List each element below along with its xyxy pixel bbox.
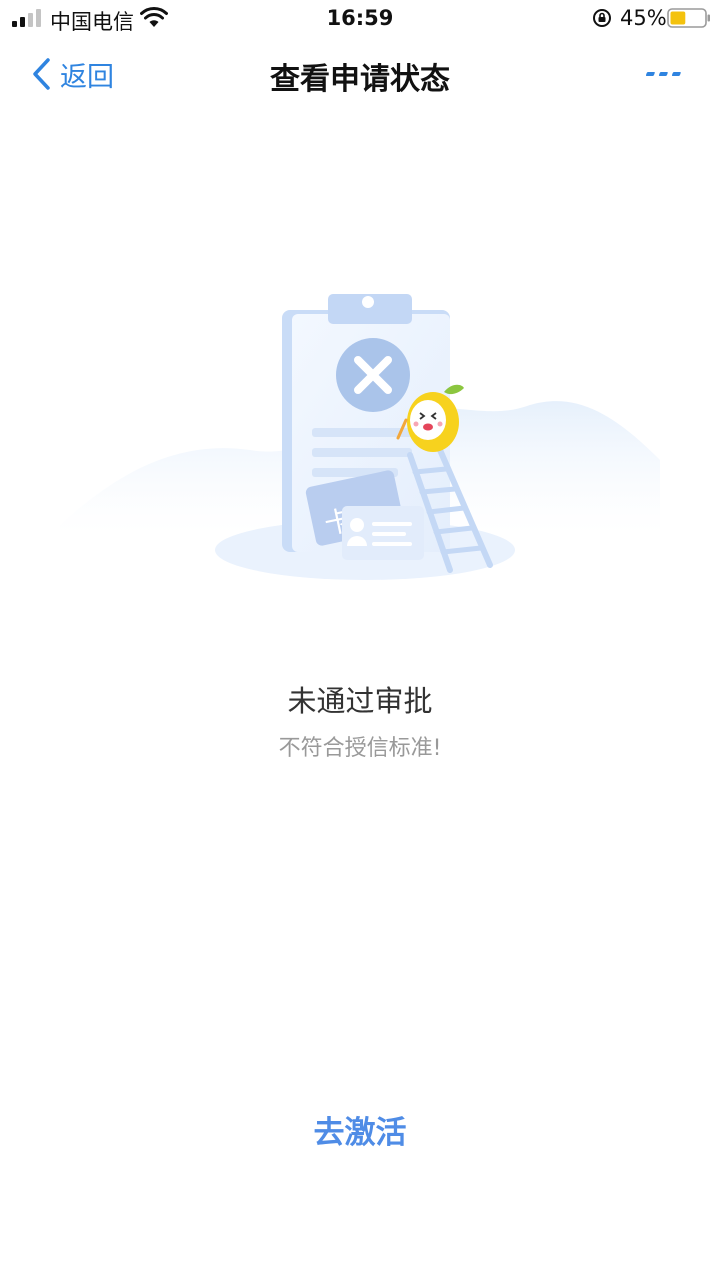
- carrier-name: 中国电信: [50, 10, 134, 34]
- navigation-bar: 返回 查看申请状态: [0, 38, 720, 110]
- orientation-lock-icon: [593, 9, 611, 27]
- battery-percent: 45%: [620, 6, 667, 30]
- wifi-icon: [140, 6, 168, 27]
- rejected-application-illustration: 卡: [60, 294, 660, 580]
- application-status-page: 中国电信 16:59 45% 返回 查看申请状态 卡 未通过审批 不符合授信标准…: [0, 0, 720, 1280]
- result-description: 不符合授信标准!: [278, 736, 442, 761]
- cellular-signal-icon: [12, 9, 41, 27]
- status-bar: 中国电信 16:59 45%: [0, 0, 720, 38]
- activate-button[interactable]: 去激活: [280, 1108, 440, 1158]
- battery-icon: [667, 8, 710, 28]
- back-button[interactable]: 返回: [30, 56, 114, 93]
- chevron-left-icon: [33, 58, 50, 90]
- result-title: 未通过审批: [287, 684, 433, 718]
- back-label: 返回: [60, 61, 114, 93]
- more-dots-icon[interactable]: [646, 64, 686, 84]
